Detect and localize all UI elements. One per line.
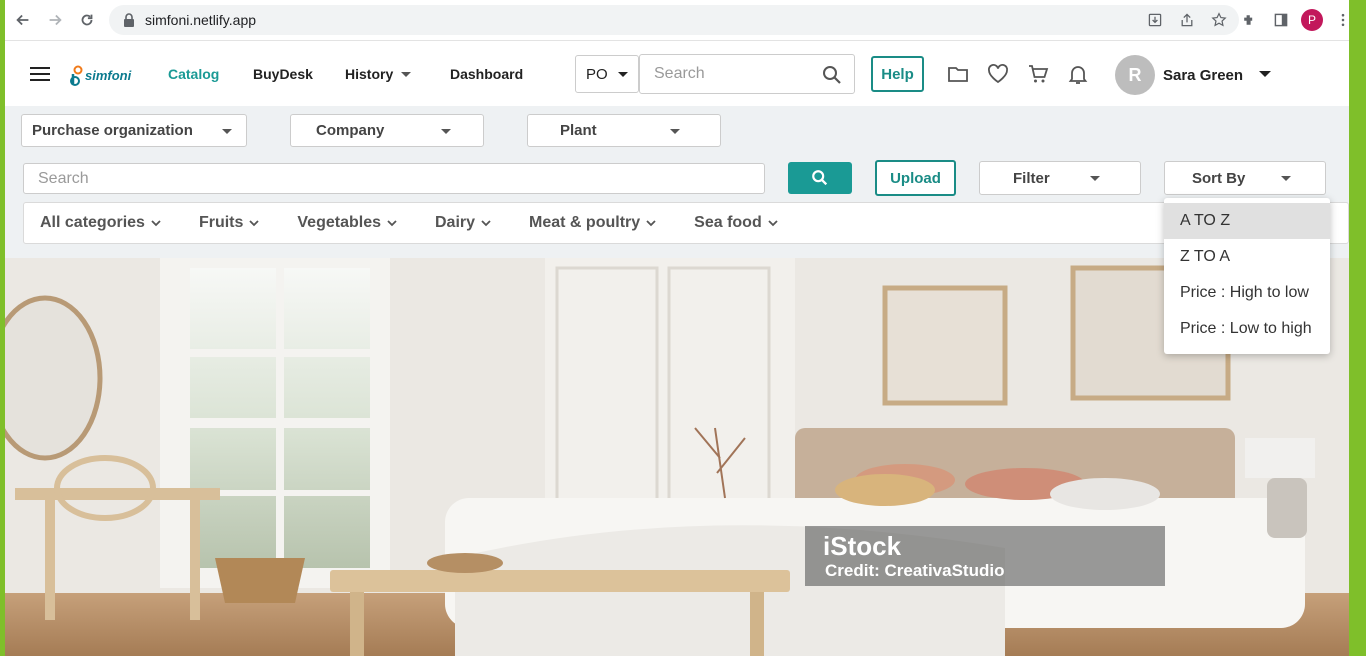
category-label: All categories bbox=[40, 214, 145, 231]
purchase-organization-label: Purchase organization bbox=[32, 122, 193, 139]
watermark-brand: iStock bbox=[823, 531, 902, 561]
company-select[interactable]: Company bbox=[290, 114, 484, 147]
browser-menu-icon[interactable] bbox=[1331, 8, 1355, 32]
nav-history[interactable]: History bbox=[345, 66, 450, 82]
upload-button[interactable]: Upload bbox=[875, 160, 956, 196]
menu-icon[interactable] bbox=[30, 67, 50, 81]
category-label: Vegetables bbox=[297, 214, 381, 231]
po-select-value: PO bbox=[586, 65, 608, 83]
category-sea-food[interactable]: Sea food bbox=[694, 214, 778, 232]
category-label: Dairy bbox=[435, 214, 476, 231]
product-search-input[interactable] bbox=[38, 169, 738, 188]
help-button[interactable]: Help bbox=[871, 56, 924, 92]
category-label: Fruits bbox=[198, 214, 244, 231]
category-all[interactable]: All categories bbox=[40, 214, 161, 232]
caret-down-icon bbox=[1090, 176, 1100, 181]
sort-option-z-to-a[interactable]: Z TO A bbox=[1164, 239, 1330, 275]
bookmark-star-icon[interactable] bbox=[1207, 10, 1231, 30]
caret-down-icon bbox=[1281, 176, 1291, 181]
forward-icon[interactable] bbox=[39, 4, 71, 36]
category-fruits[interactable]: Fruits bbox=[198, 214, 260, 232]
chevron-down-icon bbox=[481, 220, 491, 227]
caret-down-icon bbox=[441, 129, 451, 134]
chevron-down-icon bbox=[768, 220, 778, 227]
nav-dashboard[interactable]: Dashboard bbox=[450, 66, 523, 82]
lock-icon bbox=[124, 13, 134, 27]
product-search bbox=[23, 163, 765, 194]
search-icon[interactable] bbox=[822, 65, 842, 85]
caret-down-icon bbox=[617, 71, 628, 77]
caret-down-icon bbox=[670, 129, 680, 134]
filter-label: Filter bbox=[1013, 169, 1050, 187]
chevron-down-icon bbox=[151, 220, 161, 227]
cart-icon[interactable] bbox=[1027, 63, 1049, 85]
user-name[interactable]: Sara Green bbox=[1163, 67, 1243, 84]
purchase-organization-select[interactable]: Purchase organization bbox=[21, 114, 247, 147]
window-frame-right bbox=[1349, 0, 1366, 656]
category-bar: All categories Fruits Vegetables Dairy M… bbox=[23, 202, 1349, 244]
category-label: Meat & poultry bbox=[529, 214, 641, 231]
extensions-icon[interactable] bbox=[1237, 8, 1261, 32]
sort-option-price-low-high[interactable]: Price : Low to high bbox=[1164, 311, 1330, 347]
chevron-down-icon bbox=[249, 220, 260, 227]
user-avatar[interactable]: R bbox=[1115, 55, 1155, 95]
filter-band: Purchase organization Company Plant Uplo… bbox=[5, 106, 1349, 258]
caret-down-icon bbox=[401, 71, 412, 77]
sort-by-label: Sort By bbox=[1192, 169, 1246, 187]
url-text: simfoni.netlify.app bbox=[145, 12, 257, 28]
share-icon[interactable] bbox=[1175, 10, 1199, 30]
category-dairy[interactable]: Dairy bbox=[435, 214, 491, 232]
heart-icon[interactable] bbox=[987, 63, 1009, 85]
category-label: Sea food bbox=[694, 214, 762, 231]
nav-history-label: History bbox=[345, 66, 394, 82]
logo-text: simfoni bbox=[85, 68, 132, 83]
search-submit-button[interactable] bbox=[788, 162, 852, 194]
chevron-down-icon bbox=[646, 220, 656, 227]
side-panel-icon[interactable] bbox=[1269, 8, 1293, 32]
header-search bbox=[639, 54, 855, 94]
hero-banner: iStock Credit: CreativaStudio bbox=[5, 258, 1349, 656]
sort-by-menu: A TO Z Z TO A Price : High to low Price … bbox=[1164, 198, 1330, 354]
user-menu-caret-icon[interactable] bbox=[1259, 71, 1271, 77]
po-select[interactable]: PO bbox=[575, 55, 639, 93]
header-search-input[interactable] bbox=[654, 65, 814, 83]
simfoni-logo[interactable]: simfoni bbox=[69, 57, 131, 87]
caret-down-icon bbox=[222, 129, 232, 134]
category-vegetables[interactable]: Vegetables bbox=[297, 214, 397, 232]
app-header: simfoni Catalog BuyDesk History Dashboar… bbox=[5, 41, 1349, 106]
nav-catalog[interactable]: Catalog bbox=[168, 66, 253, 82]
browser-profile-avatar[interactable]: P bbox=[1301, 9, 1323, 31]
sort-option-a-to-z[interactable]: A TO Z bbox=[1164, 203, 1330, 239]
browser-toolbar: simfoni.netlify.app P bbox=[5, 0, 1349, 41]
bell-icon[interactable] bbox=[1067, 63, 1089, 85]
sort-by-dropdown[interactable]: Sort By bbox=[1164, 161, 1326, 195]
filter-dropdown[interactable]: Filter bbox=[979, 161, 1141, 195]
reload-icon[interactable] bbox=[71, 4, 103, 36]
category-meat-poultry[interactable]: Meat & poultry bbox=[529, 214, 656, 232]
search-icon bbox=[812, 170, 828, 186]
back-icon[interactable] bbox=[7, 4, 39, 36]
plant-label: Plant bbox=[560, 122, 597, 139]
watermark-credit: Credit: CreativaStudio bbox=[825, 561, 1004, 580]
bedroom-banner-image: iStock Credit: CreativaStudio bbox=[5, 258, 1349, 656]
plant-select[interactable]: Plant bbox=[527, 114, 721, 147]
nav-buydesk[interactable]: BuyDesk bbox=[253, 66, 345, 82]
logo-mark-icon bbox=[70, 65, 83, 86]
main-nav: Catalog BuyDesk History Dashboard bbox=[168, 66, 523, 82]
folder-icon[interactable] bbox=[947, 63, 969, 85]
company-label: Company bbox=[316, 122, 385, 139]
address-bar[interactable]: simfoni.netlify.app bbox=[109, 5, 1239, 35]
install-icon[interactable] bbox=[1143, 10, 1167, 30]
sort-option-price-high-low[interactable]: Price : High to low bbox=[1164, 275, 1330, 311]
chevron-down-icon bbox=[387, 220, 397, 227]
